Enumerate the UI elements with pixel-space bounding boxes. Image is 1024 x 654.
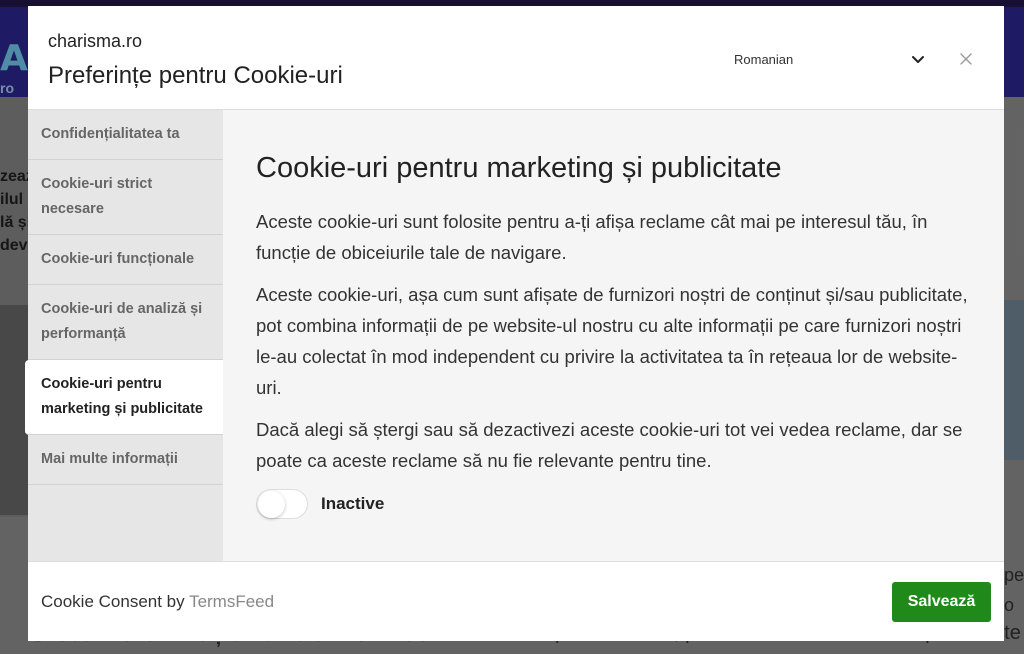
sidebar-item-analytics[interactable]: Cookie-uri de analiză și performanță [28,285,223,360]
marketing-toggle-row: Inactive [256,489,970,519]
footer-credit-prefix: Cookie Consent by [41,591,190,611]
content-heading: Cookie-uri pentru marketing și publicita… [256,152,782,184]
sidebar-item-functional[interactable]: Cookie-uri funcționale [28,235,223,285]
sidebar-item-privacy[interactable]: Confidențialitatea ta [28,110,223,160]
close-button[interactable] [957,50,975,68]
content-paragraph: Dacă alegi să ștergi sau să dezactivezi … [256,419,963,471]
termsfeed-link[interactable]: TermsFeed [189,592,274,611]
modal-footer: Cookie Consent by TermsFeed Salvează [28,561,1004,641]
preferences-content: Cookie-uri pentru marketing și publicita… [223,110,1004,561]
chevron-down-icon [912,56,924,63]
language-selected-value: Romanian [734,51,794,67]
sidebar-item-strictly-necessary[interactable]: Cookie-uri strict necesare [28,160,223,235]
site-name: charisma.ro [48,31,143,51]
toggle-status-label: Inactive [321,494,385,513]
modal-header: charisma.ro Preferințe pentru Cookie-uri… [28,6,1004,110]
marketing-toggle[interactable] [256,489,308,519]
toggle-knob [258,491,285,518]
modal-title: Preferințe pentru Cookie-uri [48,62,343,89]
sidebar-item-marketing[interactable]: Cookie-uri pentru marketing și publicita… [25,360,223,435]
close-icon [960,53,972,65]
language-select[interactable]: Romanian [734,48,926,70]
modal-body: Confidențialitatea ta Cookie-uri strict … [25,110,1004,561]
preferences-sidebar: Confidențialitatea ta Cookie-uri strict … [25,110,223,561]
content-paragraph: Aceste cookie-uri, așa cum sunt afișate … [256,284,968,398]
save-button[interactable]: Salvează [892,581,991,622]
footer-credit: Cookie Consent by TermsFeed [41,592,274,612]
sidebar-item-more-info[interactable]: Mai multe informații [28,435,223,485]
content-paragraph: Aceste cookie-uri sunt folosite pentru a… [256,211,928,263]
cookie-preferences-modal: charisma.ro Preferințe pentru Cookie-uri… [25,6,1004,641]
